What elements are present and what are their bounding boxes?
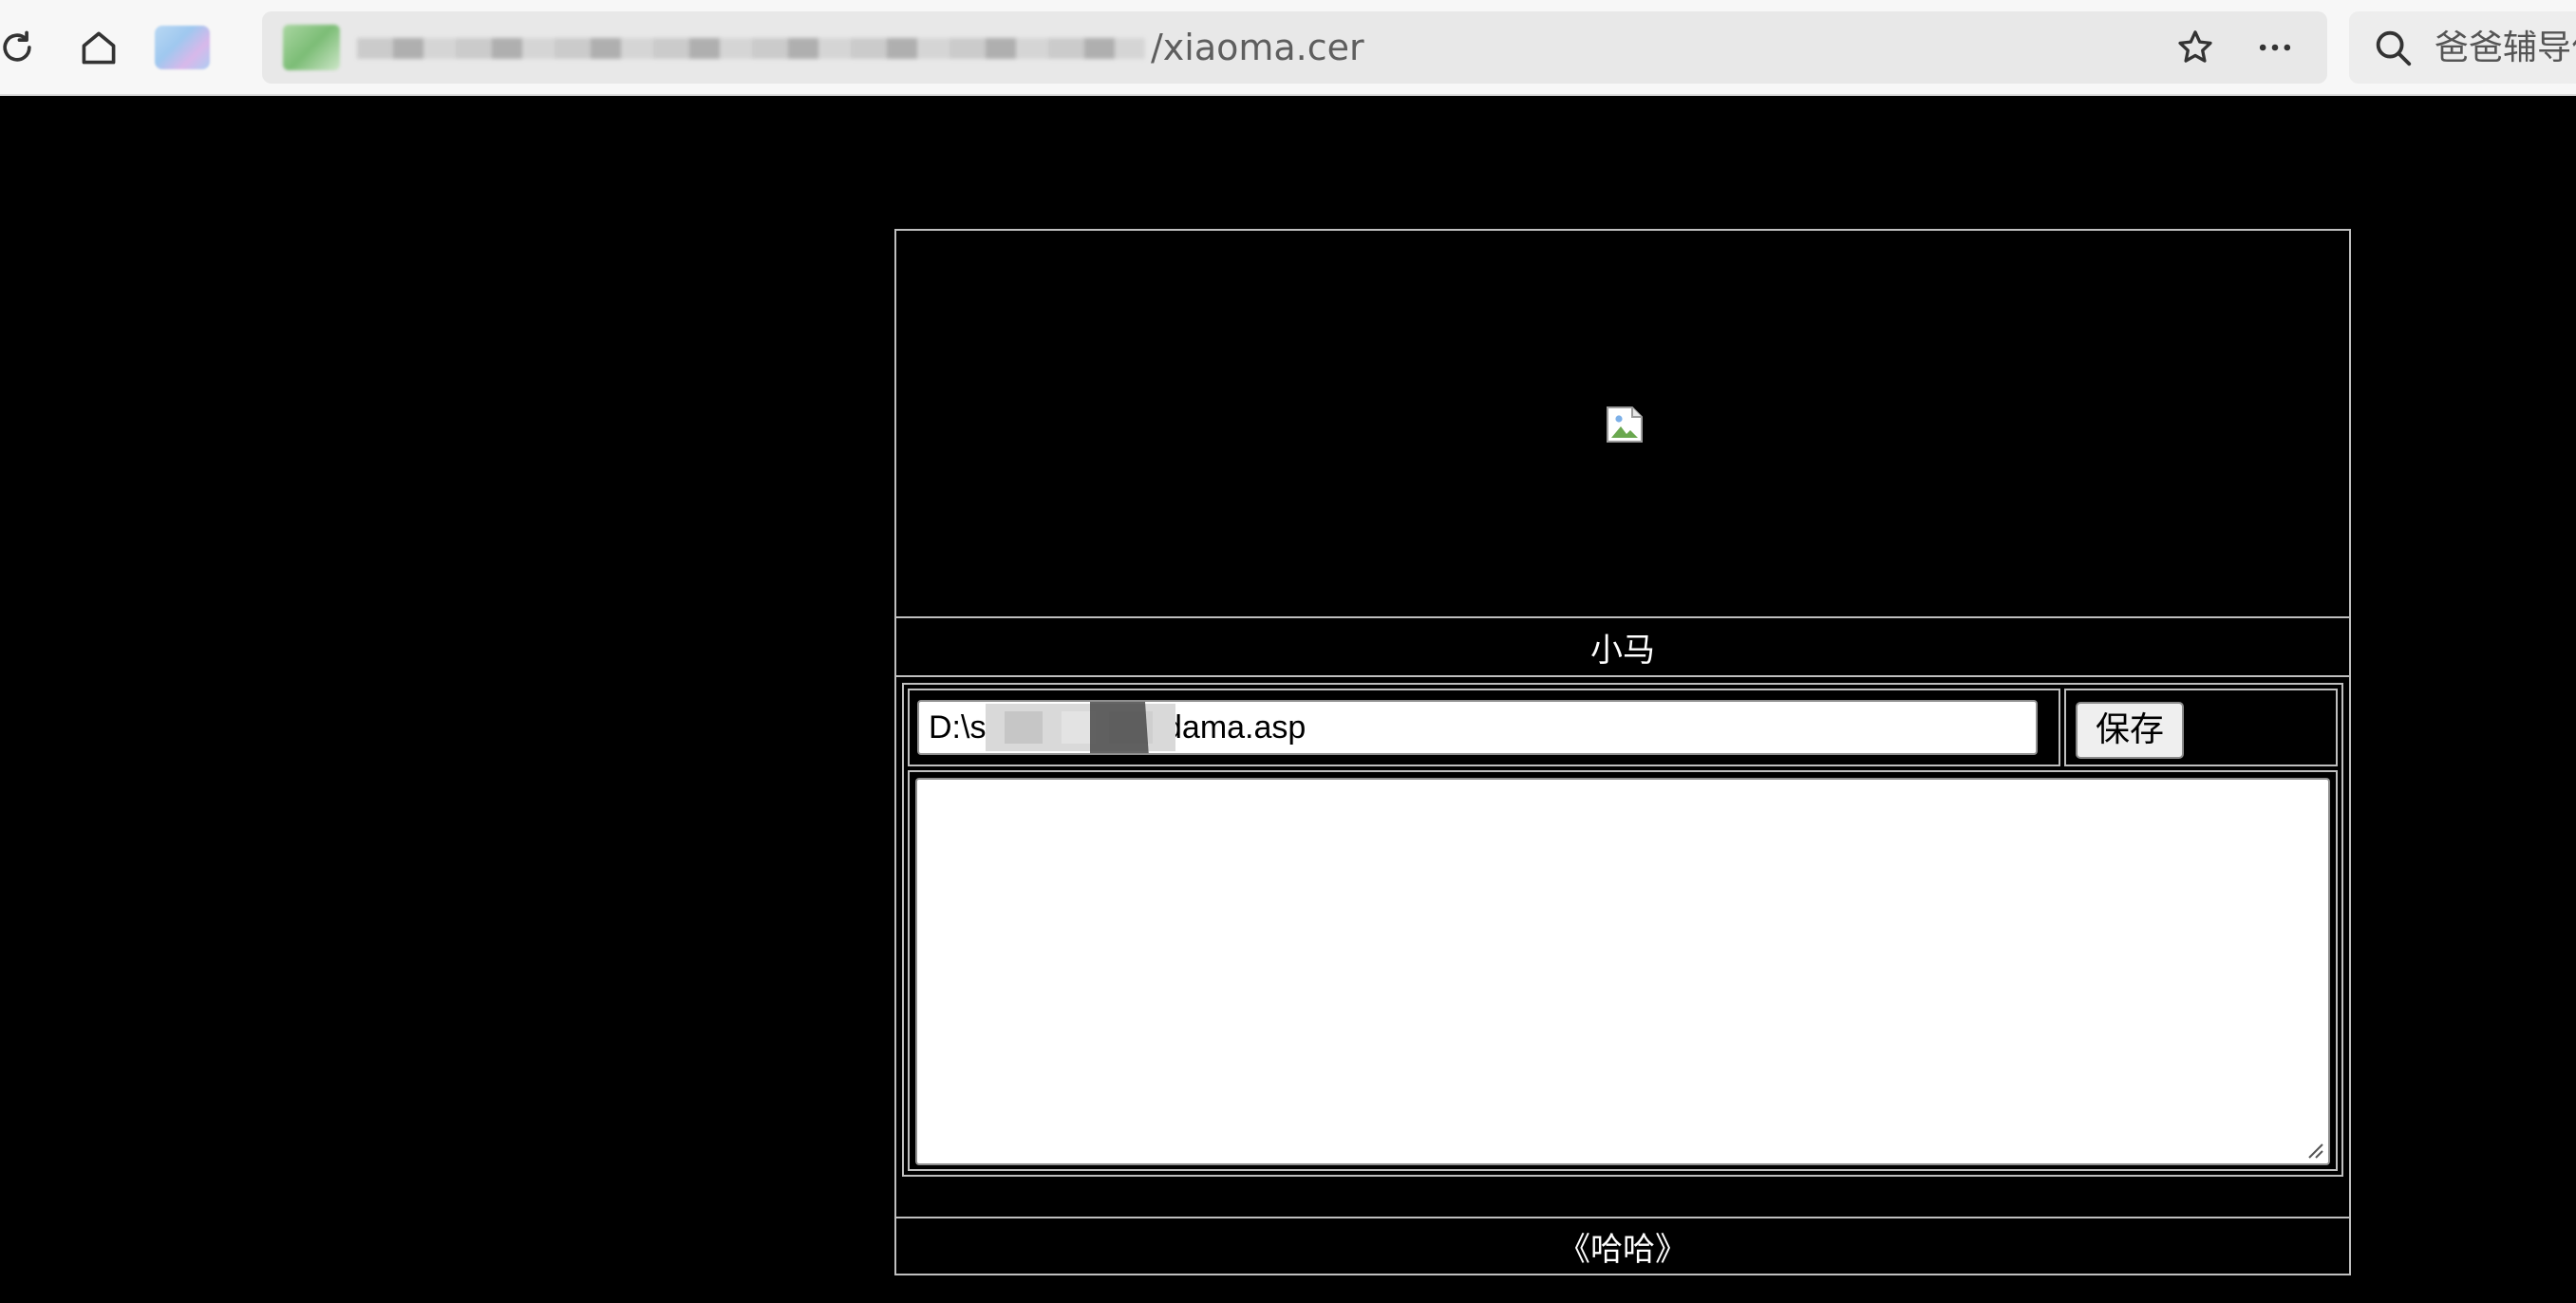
more-icon — [2259, 44, 2291, 51]
save-button[interactable]: 保存 — [2076, 702, 2184, 759]
star-icon — [2178, 30, 2212, 63]
home-button[interactable] — [68, 17, 129, 78]
profile-button[interactable] — [152, 17, 213, 78]
broken-image-icon — [1607, 406, 1643, 443]
search-box[interactable]: 爸爸辅导作 — [2349, 11, 2576, 84]
refresh-button[interactable] — [0, 17, 47, 78]
path-redaction — [986, 702, 1175, 753]
home-icon — [82, 31, 116, 65]
favorite-button[interactable] — [2169, 21, 2222, 74]
more-button[interactable] — [2248, 21, 2302, 74]
editor-form: D:\s dama.asp 保存 — [902, 683, 2343, 1177]
browser-toolbar: /xiaoma.cer 爸爸辅导作 — [0, 0, 2576, 96]
path-cell: D:\s dama.asp — [908, 689, 2060, 766]
content-textarea[interactable] — [915, 778, 2330, 1165]
main-panel: 小马 D:\s dama.asp 保存 《哈哈》 — [894, 229, 2351, 1275]
textarea-cell — [908, 770, 2338, 1171]
refresh-icon — [3, 30, 31, 62]
url-redacted — [357, 38, 1145, 59]
path-suffix: dama.asp — [1164, 709, 1307, 746]
path-prefix: D:\s — [929, 709, 987, 746]
header-image-cell — [896, 231, 2349, 618]
site-icon — [283, 25, 340, 70]
file-path-input[interactable]: D:\s dama.asp — [917, 700, 2038, 755]
profile-icon — [155, 26, 210, 69]
address-bar[interactable]: /xiaoma.cer — [262, 11, 2327, 84]
resize-grip-icon[interactable] — [2303, 1139, 2324, 1160]
footer-text: 《哈哈》 — [896, 1217, 2349, 1274]
search-placeholder: 爸爸辅导作 — [2435, 28, 2576, 67]
search-icon — [2368, 23, 2417, 72]
page-title: 小马 — [896, 618, 2349, 677]
url-text: /xiaoma.cer — [1151, 27, 1364, 68]
save-cell: 保存 — [2064, 689, 2338, 766]
